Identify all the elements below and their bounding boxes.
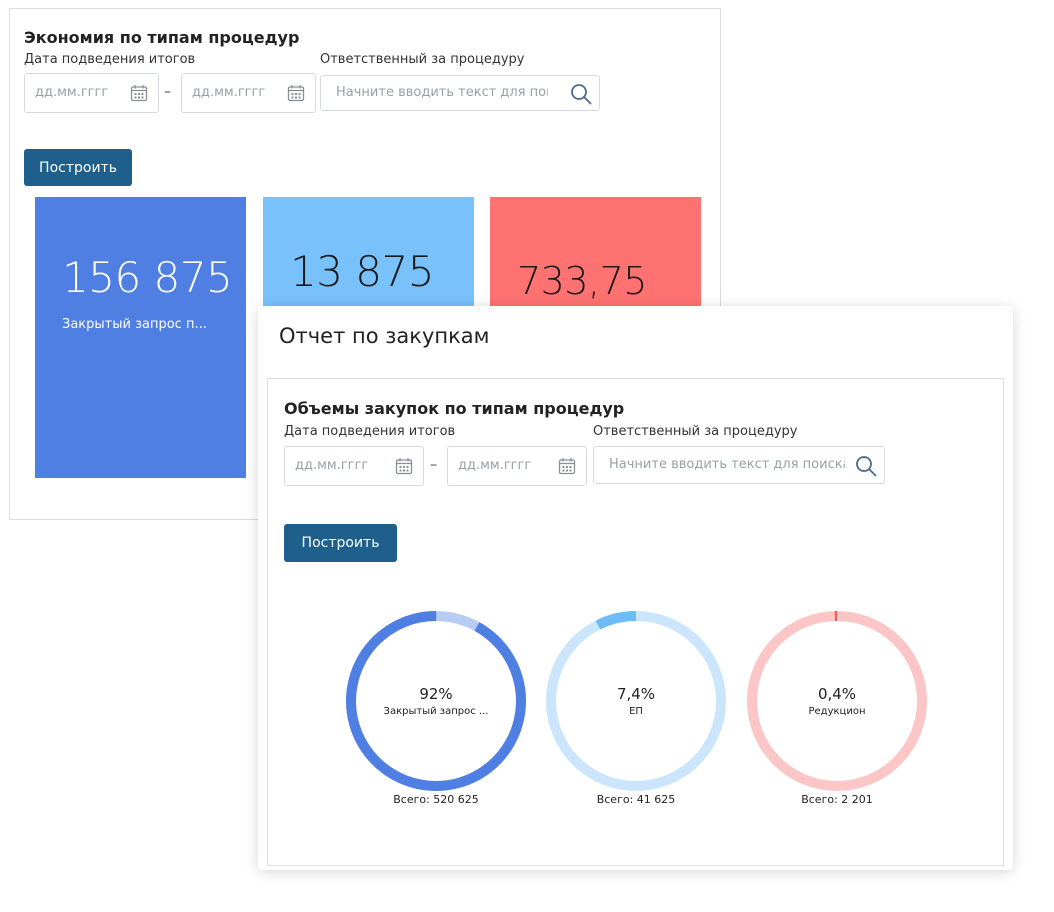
date-from-placeholder: дд.мм.гггг — [35, 85, 109, 100]
donut-percent: 7,4% — [616, 685, 656, 703]
volumes-card: Объемы закупок по типам процедур Дата по… — [267, 378, 1004, 866]
date-from-input[interactable]: дд.мм.гггг — [24, 73, 159, 113]
donut-total: Всего: 41 625 — [596, 793, 676, 806]
savings-title: Экономия по типам процедур — [24, 28, 300, 47]
donut-ep: 7,4% ЕП — [545, 610, 727, 792]
search-icon[interactable] — [854, 454, 878, 478]
calendar-icon[interactable] — [395, 457, 413, 475]
date-separator: – — [430, 457, 437, 473]
search-placeholder: Начните вводить текст для поиска — [609, 457, 845, 472]
donut-label: Закрытый запрос ... — [383, 706, 489, 717]
build-button[interactable]: Построить — [24, 149, 132, 186]
date-from-input[interactable]: дд.мм.гггг — [284, 446, 424, 486]
tile-value: 156 875 — [62, 253, 233, 302]
donut-percent: 92% — [419, 685, 453, 703]
build-button[interactable]: Построить — [284, 524, 397, 562]
date-to-input[interactable]: дд.мм.гггг — [447, 446, 587, 486]
donut-label: Редукцион — [808, 706, 866, 717]
donut-closed-request: 92% Закрытый запрос ... — [345, 610, 527, 792]
tile-value: 733,75 — [517, 259, 647, 303]
donut-reduction: 0,4% Редукцион — [746, 610, 928, 792]
tile-value: 13 875 — [290, 247, 434, 296]
calendar-icon[interactable] — [558, 457, 576, 475]
responsible-search-input[interactable]: Начните вводить текст для поиска — [320, 75, 600, 111]
donut-total: Всего: 520 625 — [393, 793, 479, 806]
date-to-placeholder: дд.мм.гггг — [458, 458, 532, 473]
search-icon[interactable] — [569, 82, 593, 106]
calendar-icon[interactable] — [130, 84, 148, 102]
responsible-label: Ответственный за процедуру — [593, 424, 798, 439]
date-label: Дата подведения итогов — [284, 424, 456, 439]
report-header: Отчет по закупкам — [279, 324, 490, 348]
date-to-input[interactable]: дд.мм.гггг — [181, 73, 316, 113]
date-label: Дата подведения итогов — [24, 52, 196, 67]
donut-total: Всего: 2 201 — [801, 793, 873, 806]
volumes-title: Объемы закупок по типам процедур — [284, 399, 625, 418]
responsible-search-input[interactable]: Начните вводить текст для поиска — [593, 446, 885, 484]
search-placeholder: Начните вводить текст для поиска — [336, 85, 548, 100]
date-to-placeholder: дд.мм.гггг — [192, 85, 266, 100]
purchases-report-panel: Отчет по закупкам Объемы закупок по типа… — [258, 306, 1013, 870]
tile-caption: Закрытый запрос п... — [62, 317, 207, 332]
date-separator: – — [164, 84, 171, 100]
savings-tile-2: 13 875 — [263, 197, 474, 306]
donut-label: ЕП — [629, 706, 643, 717]
donut-percent: 0,4% — [817, 685, 857, 703]
date-from-placeholder: дд.мм.гггг — [295, 458, 369, 473]
savings-tile-3: 733,75 — [490, 197, 701, 306]
calendar-icon[interactable] — [287, 84, 305, 102]
responsible-label: Ответственный за процедуру — [320, 52, 525, 67]
savings-tile-1: 156 875 Закрытый запрос п... — [35, 197, 246, 478]
